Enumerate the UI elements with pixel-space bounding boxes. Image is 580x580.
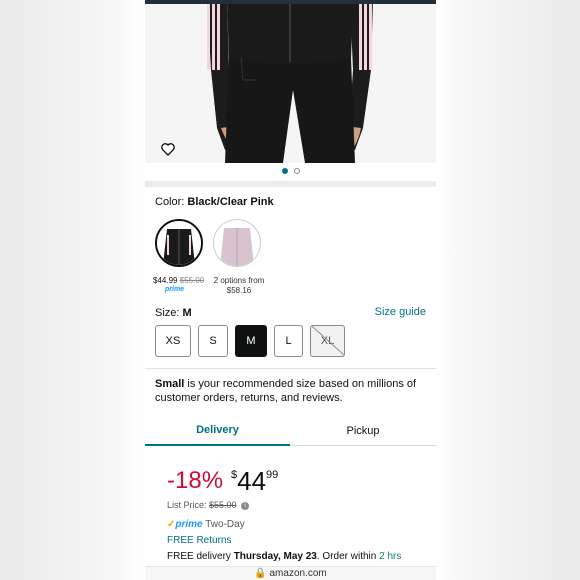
size-value: M <box>182 307 192 319</box>
size-recommendation: Small is your recommended size based on … <box>155 377 425 405</box>
info-icon[interactable]: i <box>241 501 250 510</box>
delivery-window: 2 hrs <box>379 551 402 562</box>
product-image[interactable] <box>145 0 436 163</box>
phone-screen: Color: Black/Clear Pink $44.99 $55.00 pr… <box>145 0 436 580</box>
size-selection-label: Size: M <box>155 307 192 319</box>
delivery-middle: . Order within <box>316 551 380 562</box>
color-swatch-black[interactable] <box>155 219 203 267</box>
section-divider <box>145 181 436 187</box>
size-option-s[interactable]: S <box>198 325 228 357</box>
tab-delivery[interactable]: Delivery <box>145 416 290 446</box>
size-label: Size: <box>155 307 180 319</box>
swatch-list-price: $55.00 <box>179 276 205 285</box>
color-value: Black/Clear Pink <box>187 196 274 208</box>
swatch-sale-price: $44.99 <box>153 276 178 285</box>
tab-pickup[interactable]: Pickup <box>290 416 436 446</box>
price-whole: 44 <box>237 466 267 496</box>
prime-delivery: ✓prime Two-Day <box>167 519 245 530</box>
delivery-estimate: FREE delivery Thursday, May 23. Order wi… <box>167 551 401 562</box>
recommended-size: Small <box>155 378 185 390</box>
carousel-dot-active[interactable] <box>281 168 288 174</box>
price-currency: $ <box>231 469 238 481</box>
swatch-options-text: 2 options from <box>213 276 265 285</box>
product-photo <box>145 0 436 163</box>
color-swatch-pink[interactable] <box>213 219 261 267</box>
swatch-prime-badge: prime <box>165 286 185 293</box>
price-fraction: 99 <box>266 469 279 481</box>
color-selection-label: Color: Black/Clear Pink <box>155 196 274 208</box>
wishlist-heart-icon[interactable] <box>159 140 177 158</box>
carousel-dot[interactable] <box>293 168 300 174</box>
sale-price: $4499 <box>231 466 278 497</box>
top-bar <box>145 0 436 4</box>
swatch-price: $44.99 $55.00 <box>153 276 204 285</box>
recommendation-text: is your recommended size based on millio… <box>155 378 417 404</box>
size-option-l[interactable]: L <box>274 325 303 357</box>
lock-icon: 🔒 <box>254 568 267 579</box>
delivery-date: Thursday, May 23 <box>233 551 317 562</box>
image-carousel-dots <box>145 168 436 174</box>
prime-logo: prime <box>175 519 203 530</box>
list-price-value: $55.00 <box>209 500 237 510</box>
size-option-m[interactable]: M <box>235 325 267 357</box>
url-text: amazon.com <box>269 568 327 579</box>
size-option-xs[interactable]: XS <box>155 325 191 357</box>
list-price-label: List Price: <box>167 500 207 510</box>
free-returns-link[interactable]: FREE Returns <box>167 535 231 546</box>
swatch-options-price: $58.16 <box>226 286 252 295</box>
prime-speed: Two-Day <box>205 519 245 530</box>
size-option-xl-unavailable[interactable]: XL <box>310 325 345 357</box>
color-label: Color: <box>155 196 185 208</box>
discount-percent: -18% <box>167 467 224 494</box>
browser-url-bar[interactable]: 🔒 amazon.com <box>145 566 436 580</box>
list-price: List Price: $55.00 i <box>167 500 250 510</box>
size-guide-link[interactable]: Size guide <box>375 306 426 318</box>
swatch-options-info: 2 options from $58.16 <box>209 276 269 296</box>
divider <box>145 368 436 369</box>
delivery-prefix: FREE delivery <box>167 551 234 562</box>
